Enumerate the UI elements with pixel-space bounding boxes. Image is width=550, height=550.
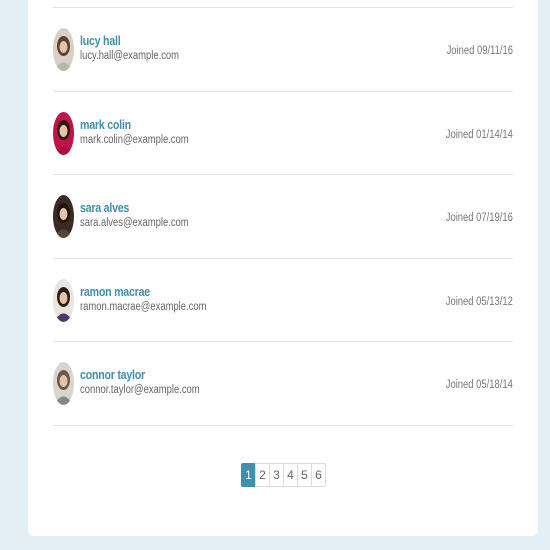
user-name-link[interactable]: mark colin bbox=[80, 116, 189, 133]
joined-date: Joined 09/11/16 bbox=[446, 45, 513, 57]
user-email: lucy.hall@example.com bbox=[80, 50, 180, 62]
avatar[interactable] bbox=[53, 362, 74, 405]
page-button-2[interactable]: 2 bbox=[255, 463, 270, 487]
user-info: connor taylor connor.taylor@example.com bbox=[80, 366, 226, 397]
list-item[interactable]: mark colin mark.colin@example.com Joined 0… bbox=[53, 92, 513, 175]
avatar[interactable] bbox=[53, 28, 74, 71]
user-name-link[interactable]: connor taylor bbox=[80, 366, 200, 383]
page-button-4[interactable]: 4 bbox=[283, 463, 298, 487]
page-button-5[interactable]: 5 bbox=[297, 463, 312, 487]
user-name-link[interactable]: sara alves bbox=[80, 199, 189, 216]
list-item[interactable]: ramon macrae ramon.macrae@example.com Join… bbox=[53, 259, 513, 342]
joined-date: Joined 01/14/14 bbox=[445, 128, 513, 141]
avatar[interactable] bbox=[53, 111, 74, 155]
users-card: lucy hall lucy.hall@example.com Joined 09/… bbox=[28, 0, 538, 536]
list-item[interactable]: connor taylor connor.taylor@example.com Jo… bbox=[53, 342, 513, 426]
user-info: ramon macrae ramon.macrae@example.com bbox=[80, 283, 234, 314]
page-button-3[interactable]: 3 bbox=[269, 463, 284, 487]
user-info: sara alves sara.alves@example.com bbox=[80, 199, 212, 230]
user-email: connor.taylor@example.com bbox=[80, 384, 200, 396]
joined-date: Joined 07/19/16 bbox=[445, 212, 513, 224]
joined-date: Joined 05/13/12 bbox=[445, 295, 513, 308]
user-info: lucy hall lucy.hall@example.com bbox=[80, 32, 201, 63]
avatar[interactable] bbox=[53, 278, 74, 322]
user-name-link[interactable]: ramon macrae bbox=[80, 283, 206, 300]
user-name-link[interactable]: lucy hall bbox=[80, 32, 179, 49]
user-email: ramon.macrae@example.com bbox=[80, 300, 207, 313]
list-item[interactable]: sara alves sara.alves@example.com Joined 0… bbox=[53, 175, 513, 259]
user-list: lucy hall lucy.hall@example.com Joined 09/… bbox=[53, 8, 513, 426]
user-email: sara.alves@example.com bbox=[80, 217, 189, 229]
user-email: mark.colin@example.com bbox=[80, 133, 189, 146]
list-item[interactable]: lucy hall lucy.hall@example.com Joined 09/… bbox=[53, 8, 513, 92]
avatar[interactable] bbox=[53, 195, 74, 238]
joined-date: Joined 05/18/14 bbox=[445, 379, 513, 391]
page-button-1[interactable]: 1 bbox=[241, 463, 256, 487]
page-button-6[interactable]: 6 bbox=[311, 463, 326, 487]
pagination: 123456 bbox=[241, 463, 326, 487]
user-info: mark colin mark.colin@example.com bbox=[80, 116, 212, 147]
